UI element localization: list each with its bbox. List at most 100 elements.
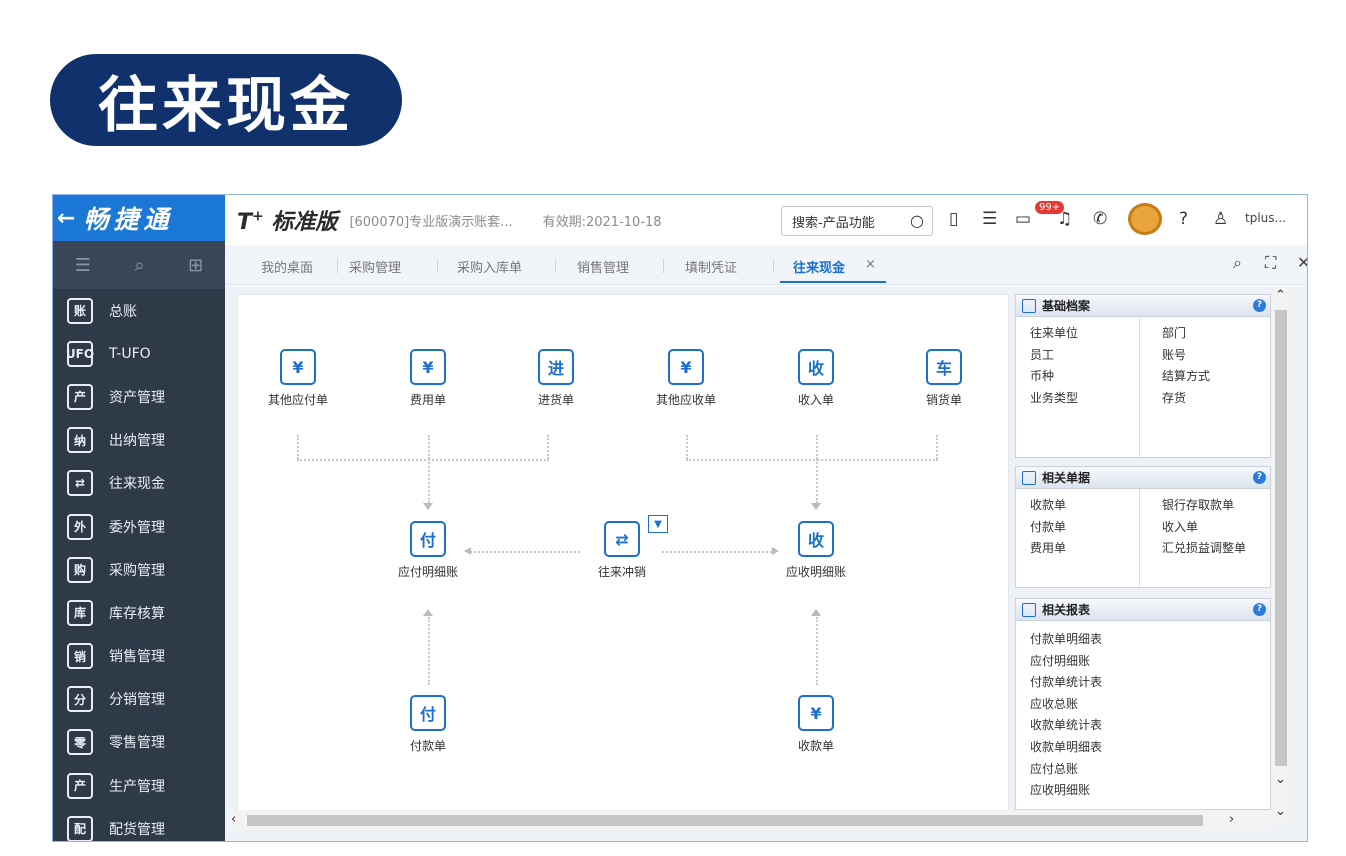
chevron-right-icon[interactable]: › [1229,812,1234,827]
document-icon[interactable]: ▯ [949,209,958,229]
node-other-payable[interactable]: ¥ 其他应付单 [248,349,348,408]
tab-voucher[interactable]: 填制凭证 [685,257,737,276]
sidebar-item-label: 总账 [109,303,137,320]
sidebar-item[interactable]: 销销售管理 [53,635,225,678]
sidebar-item[interactable]: UFO T-UFO [53,332,225,375]
panel-link[interactable]: 应收明细账 [1030,780,1102,802]
close-icon[interactable]: × [865,257,876,272]
panel-link[interactable]: 币种 [1030,366,1078,388]
message-icon[interactable]: ▭ [1015,209,1031,229]
divider [1139,489,1140,587]
help-icon[interactable]: ? [1253,299,1266,312]
panel-link[interactable]: 应付明细账 [1030,651,1102,673]
search-icon[interactable]: ○ [910,211,924,230]
chevron-up-icon[interactable]: ⌃ [1275,288,1286,303]
panel-link[interactable]: 存货 [1162,388,1210,410]
panel-link[interactable]: 部门 [1162,323,1210,345]
scrollbar-thumb[interactable] [247,815,1203,826]
module-icon: 分 [67,686,93,713]
sidebar-item[interactable]: ⇄ 往来现金 [53,462,225,505]
horizontal-scrollbar[interactable]: ‹ › [225,810,1271,830]
sidebar-item-label: 配货管理 [109,821,165,838]
tab-purchase[interactable]: 采购管理 [349,257,401,276]
sidebar-item[interactable]: 库库存核算 [53,591,225,634]
sidebar-item[interactable]: 产资产管理 [53,375,225,418]
bell-icon[interactable]: ♫ [1057,209,1072,229]
search-icon[interactable]: ⌕ [1233,253,1242,273]
help-icon[interactable]: ? [1253,603,1266,616]
sidebar-item[interactable]: 账总账 [53,289,225,332]
panel-link[interactable]: 费用单 [1030,538,1066,560]
dropdown-icon[interactable]: ▼ [648,515,668,533]
tab-sales[interactable]: 销售管理 [577,257,629,276]
user-icon[interactable]: ♙ [1213,209,1228,229]
panel-link[interactable]: 应收总账 [1030,694,1102,716]
node-income[interactable]: 收 收入单 [766,349,866,408]
sidebar-item[interactable]: 零零售管理 [53,721,225,764]
add-icon[interactable]: ⊞ [188,255,203,276]
connector [297,459,549,461]
chevron-down-icon[interactable]: ⌄ [1275,804,1286,819]
connector [686,435,688,459]
tab-separator [337,259,338,273]
panel-link[interactable]: 员工 [1030,345,1078,367]
node-other-receivable[interactable]: ¥ 其他应收单 [636,349,736,408]
panel-link[interactable]: 收款单 [1030,495,1066,517]
sidebar-item-label: 库存核算 [109,605,165,622]
phone-icon[interactable]: ✆ [1093,209,1107,229]
close-icon[interactable]: ✕ [1297,253,1307,272]
search-icon[interactable]: ⌕ [134,255,144,276]
panel-link[interactable]: 收入单 [1162,517,1246,539]
panel-link[interactable]: 付款单统计表 [1030,672,1102,694]
node-payable-ledger[interactable]: 付 应付明细账 [378,521,478,580]
panel-link[interactable]: 付款单 [1030,517,1066,539]
node-sales-goods[interactable]: 车 销货单 [894,349,994,408]
sidebar-item-label: 采购管理 [109,562,165,579]
panel-link[interactable]: 业务类型 [1030,388,1078,410]
panel-link[interactable]: 应付总账 [1030,759,1102,781]
panel-link[interactable]: 账号 [1162,345,1210,367]
sidebar-item[interactable]: 购采购管理 [53,548,225,591]
connector [547,435,549,459]
panel-link[interactable]: 收款单明细表 [1030,737,1102,759]
panel-link[interactable]: 收款单统计表 [1030,715,1102,737]
node-receivable-ledger[interactable]: 收 应收明细账 [766,521,866,580]
vertical-scrollbar[interactable]: ⌃ ⌄ [1271,286,1289,826]
panel-link[interactable]: 往来单位 [1030,323,1078,345]
panel-basic-archives: 基础档案 ? 往来单位 员工 币种 业务类型 部门 账号 结算方式 存货 [1015,294,1271,458]
scrollbar-thumb[interactable] [1275,310,1287,766]
node-purchase-goods[interactable]: 进 进货单 [506,349,606,408]
module-icon: 零 [67,729,93,756]
node-receipt[interactable]: ¥ 收款单 [766,695,866,754]
panel-link[interactable]: 结算方式 [1162,366,1210,388]
panel-link[interactable]: 银行存取款单 [1162,495,1246,517]
sidebar-item[interactable]: 配配货管理 [53,807,225,841]
user-name[interactable]: tplus... [1245,211,1286,225]
node-expense[interactable]: ¥ 费用单 [378,349,478,408]
back-icon[interactable]: ← [57,206,75,231]
brand-header[interactable]: ← 畅捷通 [53,195,225,241]
sidebar-item[interactable]: 分分销管理 [53,678,225,721]
fullscreen-icon[interactable]: ⛶ [1265,253,1276,273]
panel-link[interactable]: 付款单明细表 [1030,629,1102,651]
tab-purchase-receipt[interactable]: 采购入库单 [457,257,522,276]
sidebar-item[interactable]: 产生产管理 [53,764,225,807]
module-icon: 外 [67,513,93,540]
report-icon [1022,602,1036,617]
panel-link[interactable]: 汇兑损益调整单 [1162,538,1246,560]
chevron-down-icon[interactable]: ⌄ [1275,772,1286,787]
sidebar-item-label: 资产管理 [109,389,165,406]
help-icon[interactable]: ? [1253,471,1266,484]
checklist-icon[interactable]: ☰ [982,209,997,229]
tab-receivables-cash[interactable]: 往来现金 [793,257,845,276]
sidebar-item[interactable]: 外委外管理 [53,505,225,548]
sidebar-item[interactable]: 纳出纳管理 [53,419,225,462]
search-input[interactable]: 搜索-产品功能 ○ [781,206,933,236]
node-payment[interactable]: 付 付款单 [378,695,478,754]
tab-my-desktop[interactable]: 我的桌面 [261,257,313,276]
help-icon[interactable]: ? [1179,209,1188,229]
arrow-left [464,547,471,555]
mascot-icon[interactable] [1128,203,1162,235]
chevron-left-icon[interactable]: ‹ [231,812,236,827]
menu-icon[interactable]: ☰ [75,255,91,276]
